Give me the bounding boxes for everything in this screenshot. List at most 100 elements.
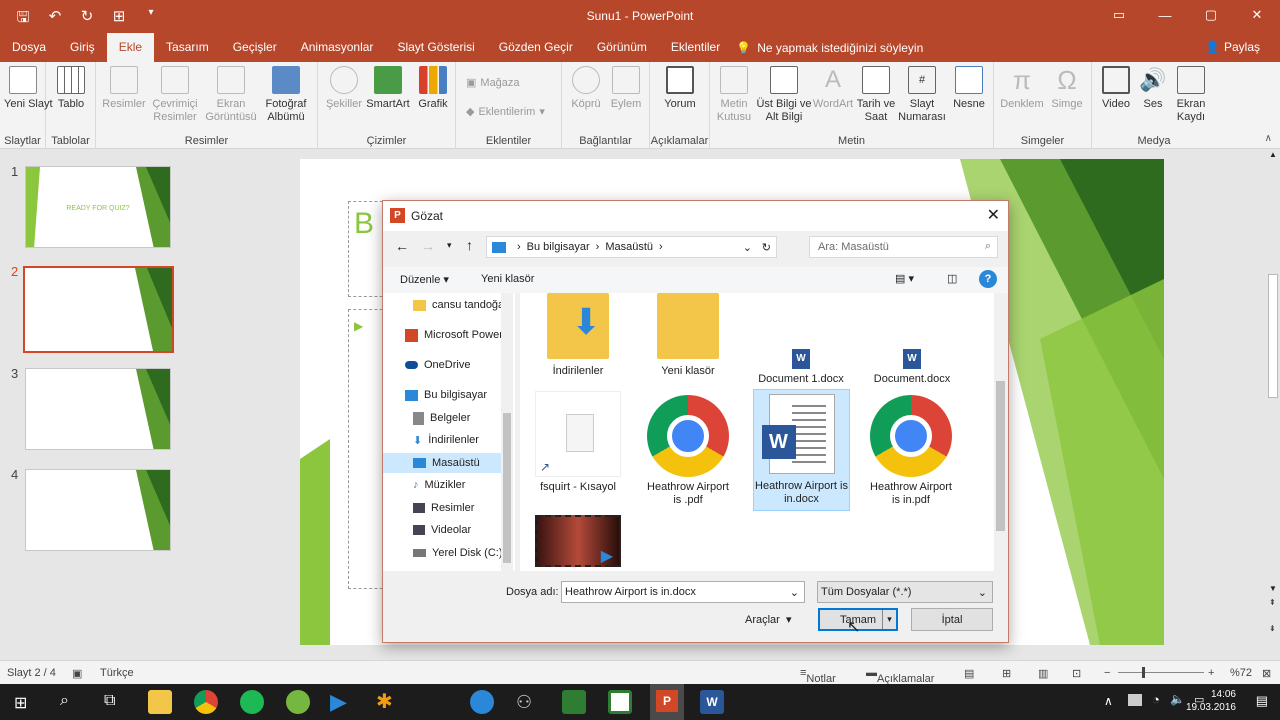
scroll-up-icon[interactable]: ▲ [1269, 150, 1277, 159]
view-icon[interactable]: ▤ ▾ [895, 272, 914, 285]
clock[interactable]: 14:06 19.03.2016 [1186, 688, 1236, 714]
file-explorer-icon[interactable] [148, 690, 172, 714]
nav-item-downloads[interactable]: ⬇ İndirilenler [413, 430, 479, 450]
ribbon-options-icon[interactable]: ▭ [1096, 0, 1142, 30]
chrome-icon[interactable] [194, 690, 218, 714]
comments-button[interactable]: ▬ Açıklamalar [866, 667, 934, 685]
slide-thumbnail-1[interactable]: READY FOR QUIZ? [25, 166, 171, 248]
nav-item-documents[interactable]: Belgeler [413, 408, 470, 428]
up-icon[interactable]: ↑ [466, 237, 473, 253]
file-item-document[interactable]: W Document.docx [867, 293, 957, 386]
wifi-icon[interactable]: ◔ [1152, 692, 1160, 707]
file-item-heathrow-docx[interactable]: W Heathrow Airport is in.docx [753, 389, 850, 511]
scroll-down-icon[interactable]: ▼ [1269, 584, 1277, 593]
tab-gozden-gecir[interactable]: Gözden Geçir [487, 33, 585, 62]
next-slide-icon[interactable]: ⇟ [1269, 624, 1276, 633]
tab-gecisler[interactable]: Geçişler [221, 33, 289, 62]
recent-icon[interactable]: ▾ [447, 240, 452, 251]
nav-item-pictures[interactable]: Resimler [413, 498, 474, 518]
nav-item-user[interactable]: cansu tandoğan [413, 295, 510, 315]
equation-button[interactable]: π Denklem [998, 66, 1046, 111]
tab-eklentiler[interactable]: Eklentiler [659, 33, 732, 62]
search-icon[interactable]: ⌕ [60, 692, 69, 710]
hyperlink-button[interactable]: Köprü [566, 66, 606, 111]
tray-app-icon[interactable] [1128, 694, 1142, 706]
volume-icon[interactable]: 🔈 [1170, 692, 1185, 706]
online-pictures-button[interactable]: Çevrimiçi Resimler [148, 66, 202, 124]
back-icon[interactable]: ← [395, 238, 409, 254]
zoom-level[interactable]: %72 [1230, 667, 1252, 679]
comment-button[interactable]: Yorum [658, 66, 702, 111]
nav-item-music[interactable]: ♪ Müzikler [413, 475, 465, 495]
tab-animasyonlar[interactable]: Animasyonlar [289, 33, 386, 62]
word-taskbar-icon[interactable]: W [700, 690, 724, 714]
slideshow-icon[interactable]: ⊡ [1072, 667, 1081, 680]
breadcrumb-item[interactable]: Bu bilgisayar [527, 241, 590, 253]
zoom-out-icon[interactable]: − [1104, 667, 1110, 679]
table-button[interactable]: Tablo [52, 66, 90, 111]
search-input[interactable]: Ara: Masaüstü ⌕ [809, 236, 998, 258]
zoom-in-icon[interactable]: + [1208, 667, 1214, 679]
media-player-icon[interactable]: ▶ [330, 690, 354, 714]
slide-thumbnail-3[interactable] [25, 368, 171, 450]
breadcrumb-item[interactable]: Masaüstü [605, 241, 653, 253]
nav-item-desktop[interactable]: Masaüstü [383, 453, 513, 473]
editor-scrollbar[interactable]: ▲ ▼ ⇞ ⇟ [1266, 150, 1280, 660]
slide-number-button[interactable]: # Slayt Numarası [896, 66, 948, 124]
zoom-slider[interactable] [1118, 672, 1204, 673]
store-button[interactable]: ▣ Mağaza [466, 76, 520, 90]
screen-recording-button[interactable]: Ekran Kaydı [1170, 66, 1212, 124]
address-bar[interactable]: › Bu bilgisayar › Masaüstü › ⌄ ↻ [486, 236, 777, 258]
nav-item-videos[interactable]: Videolar [413, 520, 471, 540]
utorrent-icon[interactable] [286, 690, 310, 714]
minimize-icon[interactable]: — [1142, 0, 1188, 30]
pictures-button[interactable]: Resimler [100, 66, 148, 111]
tab-dosya[interactable]: Dosya [0, 33, 58, 62]
network-icon[interactable]: ⚇ [516, 690, 540, 714]
camtasia-recorder-icon[interactable] [608, 690, 632, 714]
text-box-button[interactable]: Metin Kutusu [714, 66, 754, 124]
tab-gorunum[interactable]: Görünüm [585, 33, 659, 62]
object-button[interactable]: Nesne [948, 66, 990, 111]
date-time-button[interactable]: Tarih ve Saat [856, 66, 896, 124]
shapes-button[interactable]: Şekiller [322, 66, 366, 111]
tools-button[interactable]: Araçlar ▾ [745, 613, 791, 626]
organize-button[interactable]: Düzenle ▾ [400, 273, 449, 286]
file-item-downloads[interactable]: ⬇ İndirilenler [533, 293, 623, 378]
close-icon[interactable]: ✕ [1234, 0, 1280, 30]
tab-giris[interactable]: Giriş [58, 33, 107, 62]
fit-slide-icon[interactable]: ⊠ [1262, 667, 1271, 680]
tell-me-box[interactable]: 💡 Ne yapmak istediğinizi söyleyin [736, 41, 923, 55]
maximize-icon[interactable]: ▢ [1188, 0, 1234, 30]
file-item-document-1[interactable]: W Document 1.docx [756, 293, 846, 386]
wordart-button[interactable]: A WordArt [810, 66, 856, 111]
filename-input[interactable]: Heathrow Airport is in.docx ⌄ [561, 581, 805, 603]
audio-button[interactable]: 🔊 Ses [1136, 66, 1170, 111]
nav-item-local-disk[interactable]: Yerel Disk (C:) [413, 543, 503, 563]
symbol-button[interactable]: Ω Simge [1046, 66, 1088, 111]
new-slide-button[interactable]: Yeni Slayt [4, 66, 53, 111]
slide-sorter-icon[interactable]: ⊞ [1002, 667, 1011, 680]
tray-chevron-icon[interactable]: ∧ [1104, 694, 1113, 708]
nav-item-onedrive[interactable]: OneDrive [405, 355, 470, 375]
chart-button[interactable]: Grafik [414, 66, 452, 111]
file-type-select[interactable]: Tüm Dosyalar (*.*) ⌄ [817, 581, 993, 603]
normal-view-icon[interactable]: ▤ [964, 667, 974, 680]
file-item-new-folder[interactable]: Yeni klasör [643, 293, 733, 378]
file-scrollbar[interactable] [994, 293, 1007, 571]
windows-start-icon[interactable]: ⊞ [14, 693, 27, 713]
tab-ekle[interactable]: Ekle [106, 33, 155, 62]
my-addins-button[interactable]: ◆ Eklentilerim ▾ [466, 105, 545, 119]
video-button[interactable]: Video [1096, 66, 1136, 111]
address-dropdown-icon[interactable]: ⌄ [743, 241, 752, 254]
notes-button[interactable]: ≡ Notlar [800, 667, 836, 685]
slide-thumbnail-4[interactable] [25, 469, 171, 551]
notification-icon[interactable]: ▤ [1256, 693, 1268, 709]
share-button[interactable]: 👤 Paylaş [1205, 40, 1260, 54]
screenshot-button[interactable]: Ekran Görüntüsü [204, 66, 258, 124]
zoom-thumb[interactable] [1142, 667, 1145, 678]
tab-slayt-gosterisi[interactable]: Slayt Gösterisi [385, 33, 486, 62]
spellcheck-icon[interactable]: ▣ [72, 667, 82, 680]
collapse-ribbon-icon[interactable]: ∧ [1265, 133, 1272, 144]
powerpoint-taskbar-icon[interactable]: P [650, 684, 684, 720]
